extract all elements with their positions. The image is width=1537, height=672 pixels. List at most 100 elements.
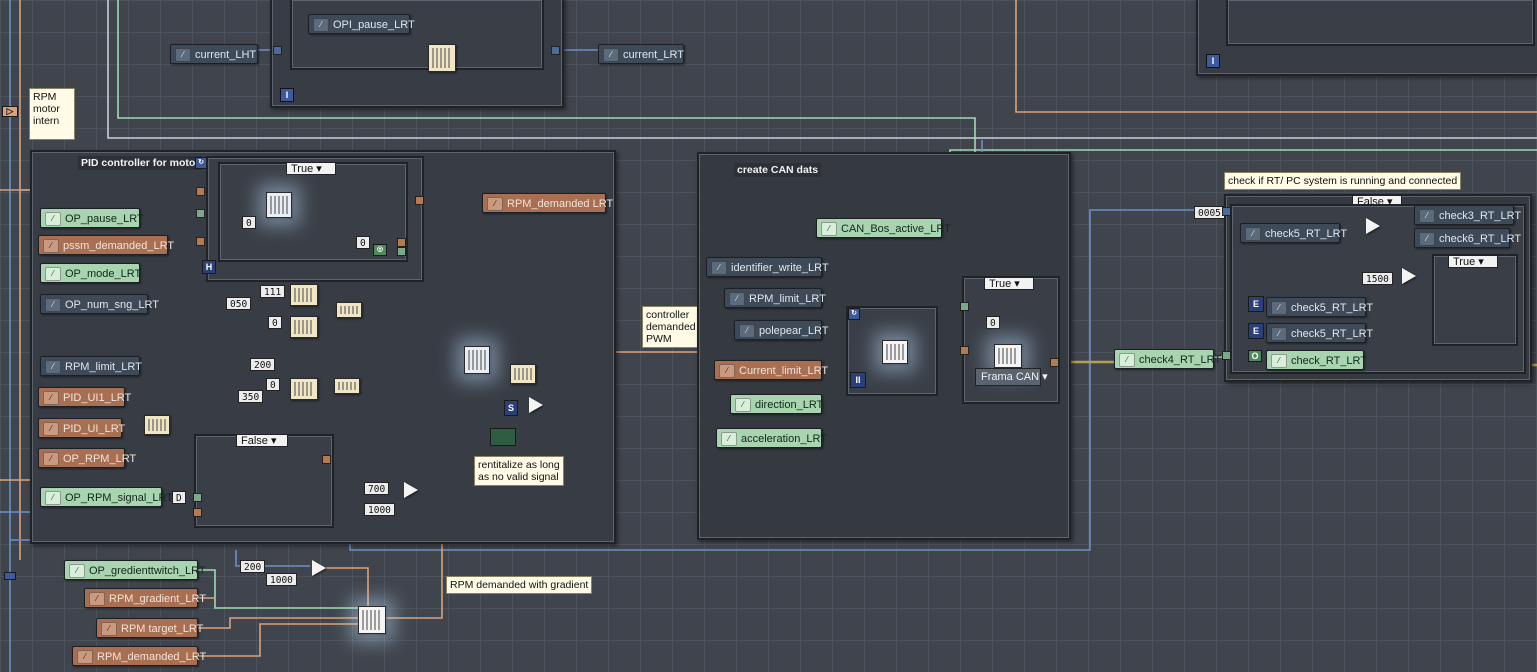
pid-function-node[interactable] (266, 192, 292, 218)
can-case-selector-true[interactable]: True ▾ (984, 277, 1034, 290)
top-inner-case (290, 0, 544, 70)
const-zero[interactable]: 0 (986, 316, 1000, 329)
check5b-terminal[interactable]: ⁄ check5_RT_LRT (1266, 297, 1373, 317)
case-tunnel (322, 455, 331, 464)
const-1500[interactable]: 1500 (1362, 272, 1393, 285)
loop-tunnel (551, 46, 560, 55)
frame-can-label: Frama CAN (981, 371, 1040, 383)
const-350[interactable]: 350 (238, 390, 264, 403)
rpm-gradient-terminal[interactable]: ⁄ RPM_gradient_LRT (84, 588, 206, 608)
compare-node[interactable] (1366, 218, 1380, 234)
case-tunnel (196, 209, 205, 218)
compare-node[interactable] (312, 560, 326, 576)
compare-node[interactable] (529, 397, 543, 413)
rpm-demanded-gradient-terminal[interactable]: ⁄ RPM_demanded_LRT (72, 646, 206, 666)
bundle-node[interactable] (464, 346, 490, 374)
const-zero[interactable]: 0 (268, 316, 282, 329)
const-200[interactable]: 200 (240, 560, 266, 573)
e-icon: E (1248, 296, 1264, 312)
const-0005[interactable]: 0005 (1194, 206, 1225, 219)
numeric-icon: ⁄ (313, 18, 329, 32)
case-tunnel (397, 247, 406, 256)
op-gradient-terminal[interactable]: ⁄ OP_gredienttwitch_LRT (64, 560, 206, 580)
frame-can-control[interactable]: Frama CAN ▾ (975, 368, 1048, 386)
bundle-icon: ▷ (2, 106, 18, 117)
const-111[interactable]: 111 (260, 285, 286, 298)
case-selector-false[interactable]: False ▾ (236, 434, 288, 447)
can-build-node[interactable] (882, 340, 908, 364)
opi-pause-label: OPI_pause_LRT (333, 19, 415, 31)
pssm-terminal[interactable]: ⁄ pssm_demanded_LRT (38, 235, 174, 255)
case-tunnel (960, 302, 969, 311)
top-right-structure: I (1196, 0, 1537, 76)
top-right-inner (1226, 0, 1535, 46)
check3-terminal[interactable]: ⁄ check3_RT_LRT (1414, 205, 1521, 225)
pid-build-node[interactable] (290, 316, 318, 338)
const-050[interactable]: 050 (226, 297, 252, 310)
op-rpm-signal-label: OP_RPM_signal_LRT (65, 492, 174, 504)
const-zero[interactable]: 0 (266, 378, 280, 391)
op-gradient-label: OP_gredienttwitch_LRT (89, 565, 206, 577)
current-input-terminal[interactable]: ⁄ current_LHT (170, 44, 258, 64)
boolean-icon: ◎ (373, 244, 387, 256)
gradient-node[interactable] (358, 606, 386, 634)
check-rt-terminal[interactable]: ⁄ check_RT_LRT (1266, 350, 1368, 370)
const-200[interactable]: 200 (250, 358, 276, 371)
numeric-icon: ⁄ (1271, 327, 1287, 341)
numeric-icon: ⁄ (1119, 353, 1135, 367)
pid-cluster-node[interactable] (144, 415, 170, 435)
op-rpm-terminal[interactable]: ⁄ OP_RPM_LRT (38, 448, 136, 468)
const-1000[interactable]: 1000 (364, 503, 395, 516)
pause-icon: II (850, 372, 866, 388)
const-1000[interactable]: 1000 (266, 573, 297, 586)
op-num-terminal[interactable]: ⁄ OP_num_sng_LRT (40, 294, 159, 314)
check6-terminal[interactable]: ⁄ check6_RT_LRT (1414, 228, 1521, 248)
check4-terminal[interactable]: ⁄ check4_RT_LRT (1114, 349, 1221, 369)
pid-build-node[interactable] (290, 378, 318, 400)
check5c-terminal[interactable]: ⁄ check5_RT_LRT (1266, 323, 1373, 343)
loop-iteration-icon: I (1206, 54, 1220, 68)
case-selector-true[interactable]: True ▾ (286, 162, 336, 175)
pid-ui1-terminal[interactable]: ⁄ PID_UI1_LRT (38, 387, 131, 407)
check-rt-label: check_RT_LRT (1291, 355, 1368, 367)
polepear-terminal[interactable]: ⁄ polepear_LRT (734, 320, 829, 340)
rpm-limit-terminal[interactable]: ⁄ RPM_limit_LRT (40, 356, 142, 376)
pid-ui-label: PID_UI_LRT (63, 423, 126, 435)
pid-ui-terminal[interactable]: ⁄ PID_UI_LRT (38, 418, 126, 438)
top-function-node[interactable] (428, 44, 456, 72)
case-tunnel (193, 493, 202, 502)
can-bos-terminal[interactable]: ⁄ CAN_Bos_active_LRT (816, 218, 951, 238)
compare-node[interactable] (404, 482, 418, 498)
current-limit-terminal[interactable]: ⁄ Current_limit_LRT (714, 360, 828, 380)
direction-terminal[interactable]: ⁄ direction_LRT (730, 394, 824, 414)
can-rpm-limit-terminal[interactable]: ⁄ RPM_limit_LRT (724, 288, 826, 308)
rpm-demanded-terminal[interactable]: ⁄ RPM_demanded LRT (482, 193, 613, 213)
pid-build-node[interactable] (334, 378, 360, 394)
const-zero[interactable]: 0 (242, 216, 256, 229)
frame-write-node[interactable] (994, 344, 1022, 368)
pid-build-node[interactable] (290, 284, 318, 306)
const-d[interactable]: D (172, 491, 186, 504)
op-pause-terminal[interactable]: ⁄ OP_pause_LRT (40, 208, 144, 228)
current-output-terminal[interactable]: ⁄ current_LRT (598, 44, 684, 64)
compare-node[interactable] (1402, 268, 1416, 284)
case-selector-label: False (241, 435, 268, 447)
op-rpm-signal-terminal[interactable]: ⁄ OP_RPM_signal_LRT (40, 487, 173, 507)
acceleration-terminal[interactable]: ⁄ acceleration_LRT (716, 428, 827, 448)
o-icon: O (1248, 350, 1262, 362)
check-case-selector-true[interactable]: True ▾ (1448, 255, 1498, 268)
pid-build-node[interactable] (336, 302, 362, 318)
numeric-icon: ⁄ (1419, 232, 1435, 246)
const-zero[interactable]: 0 (356, 236, 370, 249)
direction-label: direction_LRT (755, 399, 824, 411)
opi-pause-terminal[interactable]: ⁄ OPI_pause_LRT (308, 14, 415, 34)
e-icon: E (1248, 323, 1264, 339)
check5a-terminal[interactable]: ⁄ check5_RT_LRT (1240, 223, 1347, 243)
retry-node[interactable] (510, 364, 536, 384)
const-700[interactable]: 700 (364, 482, 390, 495)
rpm-target-terminal[interactable]: ⁄ RPM target_LRT (96, 618, 203, 638)
numeric-icon: ⁄ (1419, 209, 1435, 223)
case-selector-label: True (989, 278, 1012, 290)
identifier-terminal[interactable]: ⁄ identifier_write_LRT (706, 257, 829, 277)
op-mode-terminal[interactable]: ⁄ OP_mode_LRT (40, 263, 141, 283)
